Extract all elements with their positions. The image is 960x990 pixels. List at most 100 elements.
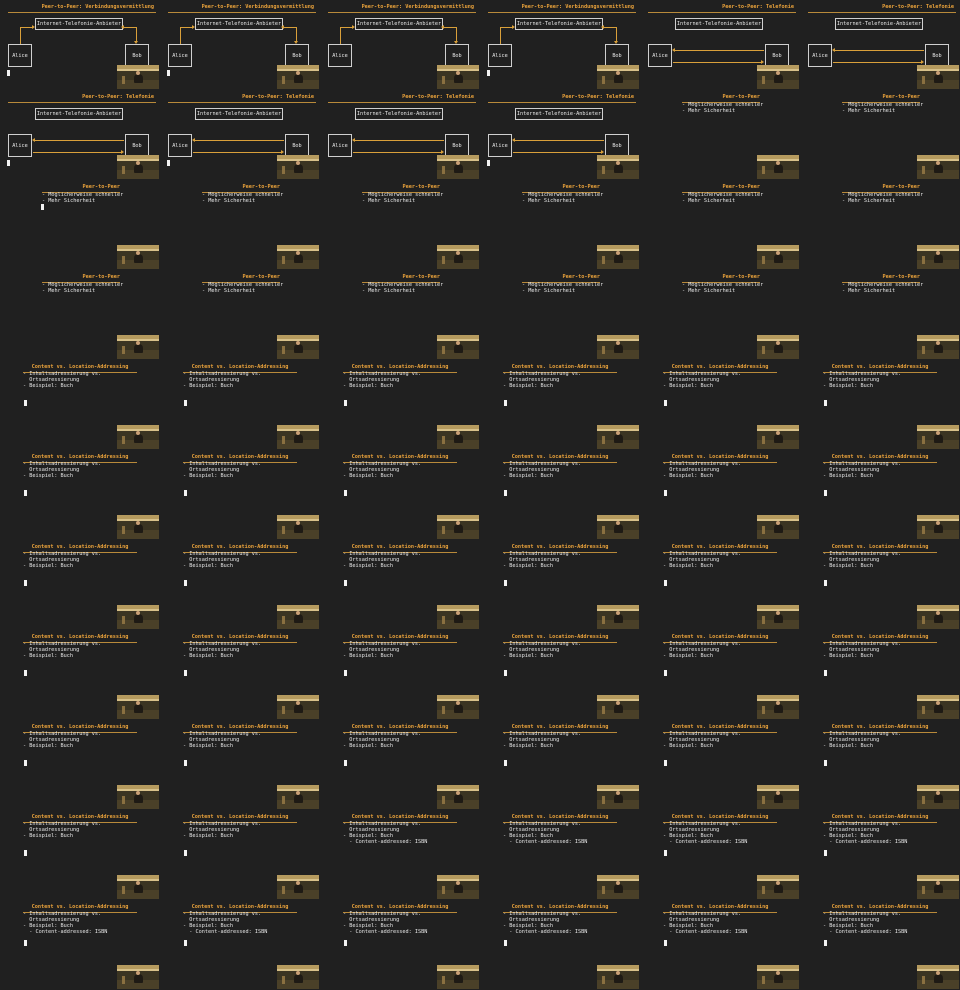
webcam-thumbnail — [117, 605, 159, 629]
text-cursor-icon — [664, 760, 667, 766]
webcam-lamp — [282, 616, 285, 624]
slide-title: Peer-to-Peer: Telefonie — [882, 4, 954, 10]
webcam-lamp — [122, 796, 125, 804]
arrowhead-icon — [921, 60, 924, 64]
webcam-lamp — [282, 526, 285, 534]
arrowhead-icon — [352, 138, 355, 142]
text-cursor-icon — [167, 160, 170, 166]
webcam-head — [296, 701, 300, 705]
webcam-person — [614, 434, 623, 443]
video-frame-56: Content vs. Location-Addressing - Inhalts… — [160, 810, 320, 900]
webcam-head — [136, 341, 140, 345]
webcam-person — [454, 344, 463, 353]
slide-title: Peer-to-Peer — [82, 274, 120, 280]
title-underline — [808, 12, 956, 13]
webcam-head — [776, 701, 780, 705]
bullet-line: - Content-addressed: ISBN — [663, 839, 748, 845]
bullet-line: - Mehr Sicherheit — [42, 288, 96, 294]
webcam-head — [136, 701, 140, 705]
arrowhead-icon — [121, 150, 124, 154]
bullet-line: - Content-addressed: ISBN — [823, 839, 908, 845]
slide-title: Peer-to-Peer: Telefonie — [562, 94, 634, 100]
bullet-line: - Content-addressed: ISBN — [343, 929, 428, 935]
webcam-person — [774, 614, 783, 623]
text-cursor-icon — [24, 670, 27, 676]
webcam-thumbnail — [917, 605, 959, 629]
text-cursor-icon — [24, 850, 27, 856]
webcam-lamp — [602, 886, 605, 894]
webcam-lamp — [442, 76, 445, 84]
slide-title: Peer-to-Peer: Verbindungsvermittlung — [521, 4, 634, 10]
webcam-thumbnail — [437, 425, 479, 449]
webcam-person — [294, 794, 303, 803]
webcam-lamp — [762, 706, 765, 714]
webcam-head — [456, 161, 460, 165]
slide-title: Content vs. Location-Addressing — [191, 634, 289, 640]
webcam-lamp — [762, 436, 765, 444]
webcam-lamp — [282, 256, 285, 264]
arrowhead-icon — [32, 25, 35, 29]
frame-grid: Peer-to-Peer: Verbindungsvermittlung Inte… — [0, 0, 960, 990]
bullet-list: - Inhaltsadressierung vs. Ortsadressieru… — [23, 371, 101, 389]
slide-title: Content vs. Location-Addressing — [31, 904, 129, 910]
title-underline — [488, 102, 636, 103]
video-frame-63: Content vs. Location-Addressing - Inhalts… — [320, 900, 480, 990]
webcam-thumbnail — [597, 785, 639, 809]
webcam-head — [616, 881, 620, 885]
webcam-person — [134, 974, 143, 983]
webcam-head — [776, 431, 780, 435]
arrowhead-icon — [441, 150, 444, 154]
text-cursor-icon — [184, 670, 187, 676]
text-cursor-icon — [344, 670, 347, 676]
webcam-thumbnail — [437, 875, 479, 899]
video-frame-34: Content vs. Location-Addressing - Inhalts… — [480, 450, 640, 540]
arrowhead-icon — [134, 41, 138, 44]
webcam-head — [936, 431, 940, 435]
connector-line — [444, 27, 456, 28]
webcam-person — [934, 884, 943, 893]
provider-box: Internet-Telefonie-Anbieter — [515, 18, 603, 30]
bullet-line: - Mehr Sicherheit — [522, 288, 576, 294]
webcam-head — [456, 791, 460, 795]
connector-line — [835, 50, 924, 51]
alice-box: Alice — [328, 134, 352, 157]
bullet-line: - Beispiel: Buch — [183, 653, 233, 659]
bullet-line: - Beispiel: Buch — [343, 563, 393, 569]
bullet-line: - Beispiel: Buch — [663, 383, 713, 389]
webcam-head — [936, 791, 940, 795]
slide-title: Content vs. Location-Addressing — [351, 454, 449, 460]
webcam-thumbnail — [437, 515, 479, 539]
connector-line — [193, 152, 281, 153]
webcam-thumbnail — [917, 155, 959, 179]
text-cursor-icon — [24, 940, 27, 946]
webcam-lamp — [602, 706, 605, 714]
text-cursor-icon — [504, 760, 507, 766]
webcam-thumbnail — [757, 515, 799, 539]
bob-box: Bob — [605, 44, 629, 67]
arrowhead-icon — [601, 150, 604, 154]
webcam-thumbnail — [117, 155, 159, 179]
video-frame-38: Content vs. Location-Addressing - Inhalts… — [160, 540, 320, 630]
connector-line — [20, 27, 32, 28]
text-cursor-icon — [504, 580, 507, 586]
webcam-lamp — [122, 346, 125, 354]
webcam-person — [134, 794, 143, 803]
slide-title: Content vs. Location-Addressing — [831, 544, 929, 550]
bullet-line: - Beispiel: Buch — [183, 473, 233, 479]
bullet-line: - Mehr Sicherheit — [42, 198, 96, 204]
webcam-person — [454, 254, 463, 263]
webcam-person — [614, 164, 623, 173]
video-frame-4: Peer-to-Peer: Verbindungsvermittlung Inte… — [480, 0, 640, 90]
alice-box: Alice — [808, 44, 832, 67]
connector-line — [675, 50, 764, 51]
webcam-lamp — [922, 436, 925, 444]
text-cursor-icon — [344, 490, 347, 496]
bullet-list: - Möglicherweise schneller - Mehr Sicherh… — [522, 282, 603, 294]
alice-box: Alice — [8, 44, 32, 67]
video-frame-54: Content vs. Location-Addressing - Inhalts… — [800, 720, 960, 810]
webcam-thumbnail — [117, 785, 159, 809]
slide-title: Content vs. Location-Addressing — [191, 814, 289, 820]
bullet-list: - Inhaltsadressierung vs. Ortsadressieru… — [183, 911, 267, 935]
webcam-lamp — [122, 76, 125, 84]
text-cursor-icon — [504, 400, 507, 406]
